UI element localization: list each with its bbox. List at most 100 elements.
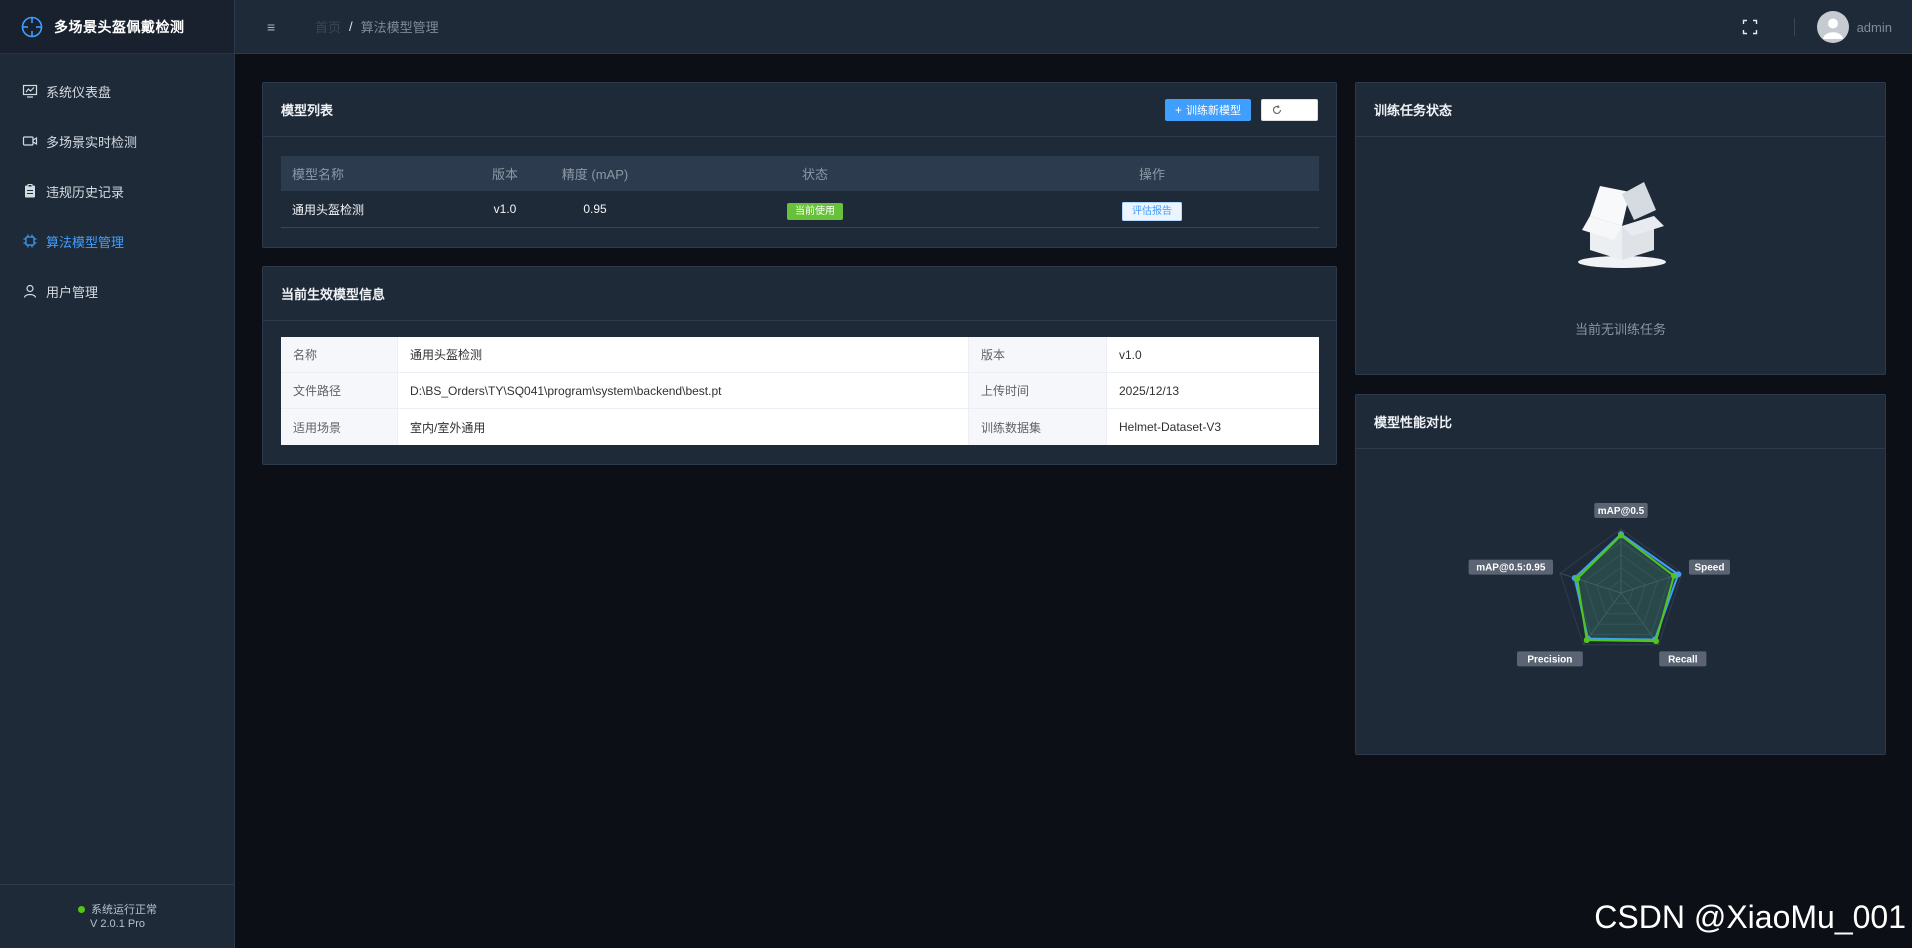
info-value: Helmet-Dataset-V3 <box>1107 409 1319 445</box>
breadcrumb: 首页 / 算法模型管理 <box>315 17 439 36</box>
breadcrumb-current: 算法模型管理 <box>360 20 439 35</box>
brand: 多场景头盔佩戴检测 <box>0 0 234 54</box>
watermark: CSDN @XiaoMu_001 <box>1594 899 1906 935</box>
status-dot-icon <box>78 906 85 914</box>
plus-icon: + <box>1174 102 1182 117</box>
column-header: 状态 <box>801 167 828 182</box>
info-label: 文件路径 <box>281 373 398 408</box>
radar-series-area <box>1576 534 1676 643</box>
model-list-actions: + 训练新模型 <box>1164 98 1318 121</box>
sidebar-item-label: 违规历史记录 <box>46 184 125 200</box>
sidebar-item-realtime-detection[interactable]: 多场景实时检测 <box>0 116 234 166</box>
app-title: 多场景头盔佩戴检测 <box>54 18 185 35</box>
info-value: 通用头盔检测 <box>398 337 969 372</box>
info-value: v1.0 <box>1107 337 1319 372</box>
refresh-button[interactable] <box>1261 98 1318 121</box>
breadcrumb-separator: / <box>349 19 353 34</box>
username[interactable]: admin <box>1857 20 1892 35</box>
radar-indicator-label: Speed <box>1694 563 1724 574</box>
empty-text: 当前无训练任务 <box>1574 322 1666 337</box>
current-model-header: 当前生效模型信息 <box>263 267 1336 321</box>
card-title: 模型性能对比 <box>1374 415 1453 430</box>
column-header: 版本 <box>491 167 518 182</box>
model-table: 模型名称 版本 精度 (mAP) 状态 操作 通用头盔检测 v1.0 0.95 … <box>281 156 1319 228</box>
radar-data-point <box>1618 532 1624 539</box>
menu-toggle-icon[interactable]: ≡ <box>267 19 281 35</box>
model-list-card: 模型列表 + 训练新模型 模型名称 版本 精度 (mAP) 状态 操作 通用头盔检… <box>262 82 1337 248</box>
user-icon <box>23 284 37 298</box>
info-label: 名称 <box>281 337 398 372</box>
card-title: 当前生效模型信息 <box>281 287 386 302</box>
sidebar-footer: 系统运行正常 V 2.0.1 Pro <box>0 884 235 948</box>
model-action-cell: 评估报告 <box>985 201 1319 221</box>
sidebar-item-model-management[interactable]: 算法模型管理 <box>0 216 234 266</box>
radar-data-point <box>1670 572 1677 579</box>
evaluation-report-button[interactable]: 评估报告 <box>1122 201 1182 221</box>
model-version-cell: v1.0 <box>493 202 517 216</box>
sidebar-item-user-management[interactable]: 用户管理 <box>0 266 234 316</box>
performance-comparison-header: 模型性能对比 <box>1356 395 1885 449</box>
radar-data-point <box>1574 575 1581 582</box>
training-status-card: 训练任务状态 当前无训练任务 <box>1355 82 1886 375</box>
model-status-cell: 当前使用 <box>645 202 985 220</box>
info-row: 适用场景 室内/室外通用 训练数据集 Helmet-Dataset-V3 <box>281 409 1319 445</box>
card-title: 训练任务状态 <box>1374 103 1453 118</box>
training-status-header: 训练任务状态 <box>1356 83 1885 137</box>
table-row: 通用头盔检测 v1.0 0.95 当前使用 评估报告 <box>281 191 1319 228</box>
radar-data-point <box>1583 637 1590 644</box>
performance-comparison-card: 模型性能对比 mAP@0.5 Speed Recall Precision mAP@0.… <box>1355 394 1886 755</box>
info-label: 训练数据集 <box>969 409 1107 445</box>
sidebar: 多场景头盔佩戴检测 系统仪表盘 多场景实时检测 违规历史记录 算法模型管理 用户… <box>0 0 235 948</box>
model-name-cell: 通用头盔检测 <box>292 202 365 217</box>
train-new-model-button[interactable]: + 训练新模型 <box>1164 98 1251 121</box>
model-info-table: 名称 通用头盔检测 版本 v1.0 文件路径 D:\BS_Orders\TY\S… <box>281 337 1319 445</box>
system-status: 系统运行正常 <box>78 903 157 917</box>
chip-icon <box>23 234 37 248</box>
header-divider <box>1793 18 1795 36</box>
table-header-row: 模型名称 版本 精度 (mAP) 状态 操作 <box>281 156 1319 191</box>
info-row: 名称 通用头盔检测 版本 v1.0 <box>281 337 1319 373</box>
empty-state: 当前无训练任务 <box>1356 138 1885 378</box>
crosshair-logo-icon <box>21 16 43 37</box>
column-header: 操作 <box>1138 167 1165 182</box>
fullscreen-icon[interactable] <box>1742 19 1758 35</box>
sidebar-menu: 系统仪表盘 多场景实时检测 违规历史记录 算法模型管理 用户管理 <box>0 66 234 316</box>
info-row: 文件路径 D:\BS_Orders\TY\SQ041\program\syste… <box>281 373 1319 409</box>
dashboard-icon <box>22 84 38 98</box>
sidebar-item-label: 多场景实时检测 <box>46 134 138 150</box>
avatar[interactable] <box>1816 11 1849 43</box>
radar-data-point <box>1652 638 1659 645</box>
info-value: 室内/室外通用 <box>398 409 969 445</box>
status-badge: 当前使用 <box>787 202 843 220</box>
card-title: 模型列表 <box>281 103 334 118</box>
column-header: 模型名称 <box>292 167 345 182</box>
sidebar-item-dashboard[interactable]: 系统仪表盘 <box>0 66 234 116</box>
sidebar-item-label: 系统仪表盘 <box>46 84 112 100</box>
radar-indicator-label: Precision <box>1527 654 1572 665</box>
info-label: 上传时间 <box>969 373 1107 408</box>
header-right: admin <box>1742 0 1912 54</box>
app-version: V 2.0.1 Pro <box>89 917 146 930</box>
info-label: 适用场景 <box>281 409 398 445</box>
breadcrumb-home[interactable]: 首页 <box>315 17 341 36</box>
info-label: 版本 <box>969 337 1107 372</box>
empty-box-icon <box>1578 182 1666 268</box>
sidebar-item-violation-history[interactable]: 违规历史记录 <box>0 166 234 216</box>
info-value: 2025/12/13 <box>1107 373 1319 408</box>
camera-icon <box>22 136 38 146</box>
current-model-card: 当前生效模型信息 名称 通用头盔检测 版本 v1.0 文件路径 D:\BS_Or… <box>262 266 1337 465</box>
radar-indicator-label: mAP@0.5:0.95 <box>1476 563 1546 574</box>
sidebar-item-label: 算法模型管理 <box>46 234 125 250</box>
top-header: ≡ 首页 / 算法模型管理 admin <box>235 0 1912 54</box>
refresh-icon <box>1272 104 1282 114</box>
model-map-cell: 0.95 <box>583 202 607 216</box>
radar-indicator-label: Recall <box>1668 654 1698 665</box>
column-header: 精度 (mAP) <box>561 167 629 182</box>
radar-chart: mAP@0.5 Speed Recall Precision mAP@0.5:0.95 <box>1468 503 1730 667</box>
avatar-user-icon <box>1822 18 1843 39</box>
info-value: D:\BS_Orders\TY\SQ041\program\system\bac… <box>398 373 969 408</box>
clipboard-icon <box>25 184 35 198</box>
radar-indicator-label: mAP@0.5 <box>1598 506 1645 517</box>
sidebar-item-label: 用户管理 <box>46 284 99 300</box>
model-list-header: 模型列表 + 训练新模型 <box>263 83 1336 137</box>
